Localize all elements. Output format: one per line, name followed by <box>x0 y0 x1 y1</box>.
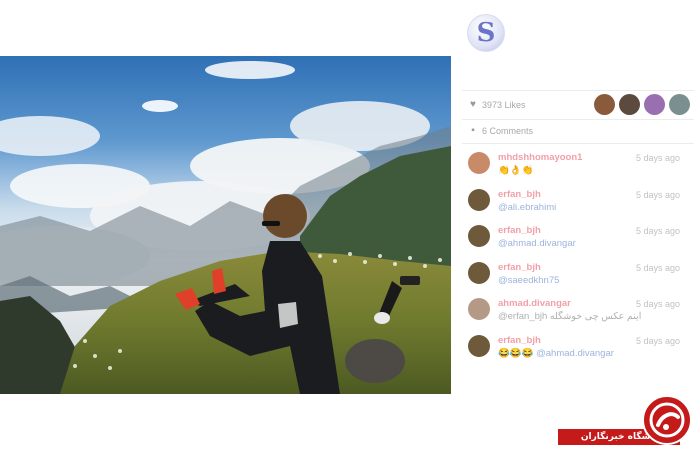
watermark-emblem-icon <box>642 395 692 445</box>
post-photo-illustration <box>0 56 451 394</box>
divider <box>462 143 694 144</box>
likes-row: ♥ 3973 Likes <box>462 92 694 118</box>
liker-avatar[interactable] <box>669 94 690 115</box>
instagram-post-page: S ♥ 3973 Likes ▪ 6 Comments mhdshhomayoo… <box>0 0 694 450</box>
comment-avatar[interactable] <box>468 188 490 211</box>
comment-item: mhdshhomayoon1 👏👌👏 5 days ago <box>462 146 694 183</box>
comment-text: @erfan_bjh اینم عکس چی خوشگله <box>498 311 642 322</box>
comment-list: mhdshhomayoon1 👏👌👏 5 days ago erfan_bjh … <box>462 146 694 365</box>
comment-time: 5 days ago <box>635 335 680 346</box>
comment-username[interactable]: ahmad.divangar <box>498 298 571 309</box>
comment-text[interactable]: @ali.ebrahimi <box>498 202 556 213</box>
comment-text[interactable]: 😂😂😂 @ahmad.divangar <box>498 348 614 359</box>
comment-item: erfan_bjh @saeedkhn75 5 days ago <box>462 256 694 293</box>
comment-avatar[interactable] <box>468 152 490 174</box>
post-photo[interactable] <box>0 56 451 394</box>
comment-username[interactable]: erfan_bjh <box>498 189 541 200</box>
comment-username[interactable]: mhdshhomayoon1 <box>498 152 582 163</box>
comment-time: 5 days ago <box>635 153 680 163</box>
comment-time: 5 days ago <box>635 226 680 236</box>
comment-item: erfan_bjh 😂😂😂 @ahmad.divangar 5 days ago <box>462 329 694 366</box>
liker-avatar[interactable] <box>644 94 665 115</box>
comment-time: 5 days ago <box>635 299 680 309</box>
comment-item: erfan_bjh @ali.ebrahimi 5 days ago <box>462 183 694 220</box>
likes-count[interactable]: 3973 Likes <box>482 100 526 110</box>
comment-text: 👏👌👏 <box>498 165 534 176</box>
comment-item: ahmad.divangar @erfan_bjh اینم عکس چی خو… <box>462 292 694 329</box>
comment-text[interactable]: @saeedkhn75 <box>498 275 559 286</box>
comment-time: 5 days ago <box>635 189 680 200</box>
liker-avatars <box>594 94 690 115</box>
profile-avatar[interactable]: S <box>467 14 505 52</box>
comment-avatar[interactable] <box>468 298 490 320</box>
comments-count[interactable]: 6 Comments <box>482 126 533 136</box>
comment-item: erfan_bjh @ahmad.divangar 5 days ago <box>462 219 694 256</box>
comment-icon: ▪ <box>471 125 475 136</box>
comments-header: ▪ 6 Comments <box>462 120 694 142</box>
liker-avatar[interactable] <box>594 94 615 115</box>
comment-username[interactable]: erfan_bjh <box>498 335 541 346</box>
comment-time: 5 days ago <box>635 262 680 273</box>
divider <box>462 90 694 91</box>
comment-avatar[interactable] <box>468 334 490 357</box>
watermark-logo: باشگاه خبرنگاران <box>556 395 692 449</box>
comment-username[interactable]: erfan_bjh <box>498 225 541 236</box>
profile-avatar-letter: S <box>476 18 496 48</box>
comment-username[interactable]: erfan_bjh <box>498 262 541 273</box>
liker-avatar[interactable] <box>619 94 640 115</box>
comment-text[interactable]: @ahmad.divangar <box>498 238 576 249</box>
heart-icon[interactable]: ♥ <box>468 100 478 110</box>
comment-avatar[interactable] <box>468 261 490 284</box>
comment-avatar[interactable] <box>468 225 490 247</box>
